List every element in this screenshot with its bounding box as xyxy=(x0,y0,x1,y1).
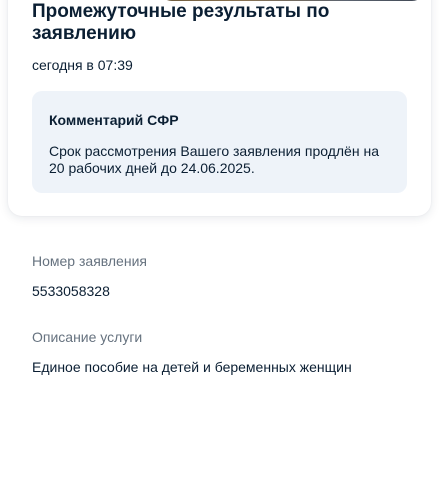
application-number-label: Номер заявления xyxy=(32,253,147,269)
status-date: сегодня в 07:39 xyxy=(32,57,133,73)
service-description-label: Описание услуги xyxy=(32,329,143,345)
comment-text: Срок рассмотрения Вашего заявления продл… xyxy=(49,143,379,176)
comment-box: Комментарий СФР Срок рассмотрения Вашего… xyxy=(32,91,407,193)
service-description-value: Единое пособие на детей и беременных жен… xyxy=(32,359,352,375)
page: Промежуточные результаты по заявлению се… xyxy=(0,0,439,500)
comment-title: Комментарий СФР xyxy=(49,112,179,128)
status-title: Промежуточные результаты по заявлению xyxy=(32,1,330,44)
application-number-value: 5533058328 xyxy=(32,283,110,299)
